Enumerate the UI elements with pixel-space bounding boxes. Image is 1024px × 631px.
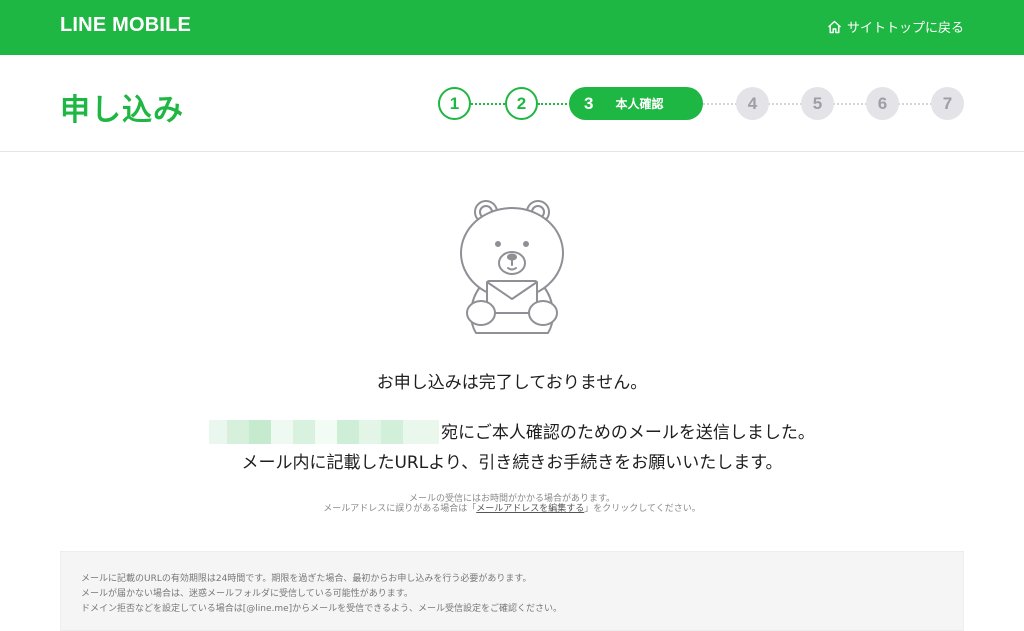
step-connector: [538, 103, 571, 105]
edit-email-note-suffix: 」をクリックしてください。: [584, 504, 701, 514]
site-top-link-label: サイトトップに戻る: [846, 21, 964, 36]
step-connector: [471, 103, 505, 105]
step-connector: [833, 103, 867, 105]
step-1: 1: [438, 87, 471, 120]
info-line: メールに記載のURLの有効期限は24時間です。期限を過ぎた場合、最初からお申し込…: [81, 574, 532, 584]
edit-email-note: メールアドレスに誤りがある場合は「メールアドレスを編集する」をクリックしてくださ…: [0, 501, 1024, 514]
info-line: ドメイン拒否などを設定している場合は[@line.me]からメールを受信できるよ…: [81, 604, 562, 614]
step-connector: [898, 103, 932, 105]
progress-steps: 1 2 3 本人確認 4 5 6 7: [438, 87, 968, 120]
step-7: 7: [931, 87, 964, 120]
page-header: 申し込み 1 2 3 本人確認 4 5 6 7: [0, 55, 1024, 152]
instruction-message: メール内に記載したURLより、引き続きお手続きをお願いいたします。: [241, 453, 783, 473]
redacted-email: [209, 420, 440, 444]
step-connector: [703, 103, 737, 105]
line-mobile-logo[interactable]: LINE MOBILE: [60, 14, 191, 37]
step-6: 6: [866, 87, 899, 120]
step-3-number: 3: [584, 93, 594, 113]
home-icon: [827, 20, 842, 34]
info-box: メールに記載のURLの有効期限は24時間です。期限を過ぎた場合、最初からお申し込…: [60, 551, 964, 631]
edit-email-note-prefix: メールアドレスに誤りがある場合は「: [323, 504, 477, 514]
sent-message-line: 宛にご本人確認のためのメールを送信しました。: [0, 418, 1024, 444]
step-3-current: 3 本人確認: [569, 87, 703, 120]
status-message: お申し込みは完了しておりません。: [376, 373, 648, 393]
edit-email-link[interactable]: メールアドレスを編集する: [476, 504, 584, 514]
step-2: 2: [505, 87, 538, 120]
bear-with-envelope-icon: [454, 195, 570, 349]
top-bar: LINE MOBILE サイトトップに戻る: [0, 0, 1024, 55]
step-5: 5: [801, 87, 834, 120]
page-title: 申し込み: [60, 93, 184, 128]
step-3-label: 本人確認: [615, 97, 664, 111]
info-line: メールが届かない場合は、迷惑メールフォルダに受信している可能性があります。: [81, 589, 413, 599]
sent-message: 宛にご本人確認のためのメールを送信しました。: [441, 423, 815, 443]
site-top-link[interactable]: サイトトップに戻る: [827, 17, 964, 36]
step-connector: [768, 103, 802, 105]
step-4: 4: [736, 87, 769, 120]
